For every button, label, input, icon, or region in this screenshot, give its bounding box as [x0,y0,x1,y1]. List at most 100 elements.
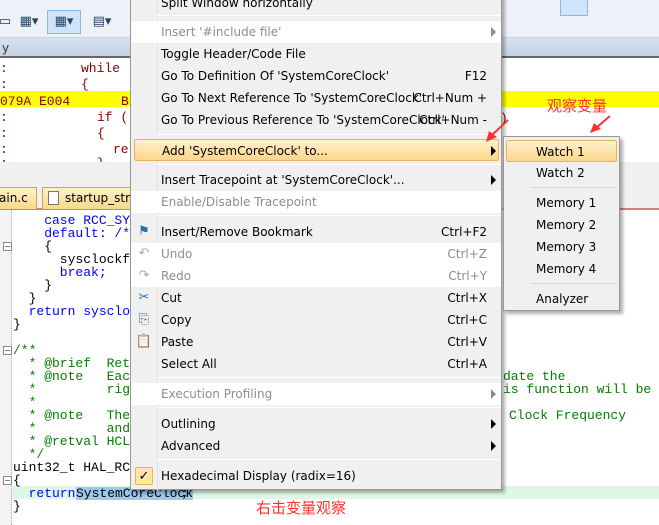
menu-separator [157,459,501,460]
menu-item-copy[interactable]: ⎘ Copy Ctrl+C [131,309,501,331]
submenu-item-memory-1[interactable]: Memory 1 [506,192,617,214]
code-line: * @note Each [28,370,130,383]
menu-item-shortcut: Ctrl+F2 [441,225,487,239]
menu-item-cut[interactable]: ✂ Cut Ctrl+X [131,287,501,309]
menu-item-redo[interactable]: ↷ Redo Ctrl+Y [131,265,501,287]
menu-item-label: Hexadecimal Display (radix=16) [161,469,356,483]
toolbar-button-active[interactable] [560,0,588,16]
menu-item-label: Go To Next Reference To 'SystemCoreClock… [161,91,423,105]
code-line: /** [13,344,37,357]
menu-item-label: Redo [161,269,192,283]
fold-toggle[interactable]: − [3,476,12,485]
arrow-icon [590,115,611,133]
menu-item-enable-disable-tracepoint[interactable]: Enable/Disable Tracepoint [131,191,501,213]
fold-toggle[interactable]: − [3,242,12,251]
redo-icon: ↷ [138,268,150,283]
code-line: } [13,318,21,331]
menu-item-shortcut: Ctrl+C [447,313,487,327]
file-icon [48,191,59,205]
disasm-code: { [97,126,105,141]
window-layout-button[interactable]: ▦▾ [16,10,42,34]
menu-separator [157,377,501,378]
menu-item-hexadecimal-display-radix-16[interactable]: ✓ Hexadecimal Display (radix=16) [131,465,501,487]
menu-item-shortcut: Ctrl+A [447,357,487,371]
menu-separator [157,407,501,408]
submenu-separator [530,283,617,284]
menu-item-label: Copy [161,313,192,327]
menu-item-shortcut: Ctrl+Num - [419,113,487,127]
analysis-window-button[interactable]: ▤▾ [86,10,118,34]
disasm-address: : [0,61,16,76]
menu-item-advanced[interactable]: Advanced [131,435,501,457]
menu-item-go-to-previous-reference-to-systemcoreclock[interactable]: Go To Previous Reference To 'SystemCoreC… [131,109,501,131]
menu-item-label: Outlining [161,417,216,431]
menu-item-label: Undo [161,247,193,261]
menu-item-label: Add 'SystemCoreClock' to... [162,144,328,158]
menu-item-label: Cut [161,291,182,305]
menu-item-go-to-definition-of-systemcoreclock[interactable]: Go To Definition Of 'SystemCoreClock' F12 [131,65,501,87]
code-line: * @brief Retur [28,357,130,370]
menu-item-split-window-horizontally[interactable]: Split Window horizontally [131,0,501,14]
disasm-address: : [0,142,16,157]
disasm-code: if ( [97,110,129,125]
menu-item-go-to-next-reference-to-systemcoreclock[interactable]: Go To Next Reference To 'SystemCoreClock… [131,87,501,109]
menu-item-label: Go To Definition Of 'SystemCoreClock' [161,69,390,83]
menu-item-label: Go To Previous Reference To 'SystemCoreC… [161,113,445,127]
tab-main-c[interactable]: ain.c [0,187,37,209]
submenu-separator [530,187,617,188]
menu-item-insert-remove-bookmark[interactable]: ⚑ Insert/Remove Bookmark Ctrl+F2 [131,221,501,243]
code-line: case RCC_SYSC [44,214,130,227]
menu-item-label: Split Window horizontally [161,0,313,10]
scissors-icon: ✂ [138,290,150,305]
disasm-code: re [113,142,129,157]
submenu-item-memory-4[interactable]: Memory 4 [506,258,617,280]
menu-separator [157,134,501,135]
menu-item-select-all[interactable]: Select All Ctrl+A [131,353,501,375]
menu-item-label: Execution Profiling [161,387,273,401]
code-line: break; [13,266,107,279]
menu-item-shortcut: Ctrl+Z [447,247,487,261]
menu-item-undo[interactable]: ↶ Undo Ctrl+Z [131,243,501,265]
menu-item-label: Insert Tracepoint at 'SystemCoreClock'..… [161,173,405,187]
menu-item-label: Insert '#include file' [161,25,282,39]
menu-item-add-systemcoreclock-to[interactable]: Add 'SystemCoreClock' to... [134,139,499,161]
submenu-item-memory-3[interactable]: Memory 3 [506,236,617,258]
menu-item-label: Insert/Remove Bookmark [161,225,313,239]
menu-item-shortcut: F12 [464,69,487,83]
submenu-item-label: Memory 3 [536,240,597,254]
menu-item-execution-profiling[interactable]: Execution Profiling [131,383,501,405]
memory-window-button[interactable]: ▦▾ [47,10,81,34]
submenu-item-label: Watch 2 [536,166,585,180]
submenu-arrow-icon [491,441,496,451]
annotation-rightclick: 右击变量观察 [256,499,347,517]
submenu-item-label: Memory 2 [536,218,597,232]
editor-gutter: − − − [0,210,12,525]
disasm-code: { [81,77,89,92]
menu-item-insert-tracepoint-at-systemcoreclock[interactable]: Insert Tracepoint at 'SystemCoreClock'..… [131,169,501,191]
bookmark-flag-icon: ⚑ [138,224,150,239]
submenu-item-analyzer[interactable]: Analyzer [506,288,617,310]
fold-toggle[interactable]: − [3,346,12,355]
menu-separator [157,215,501,216]
submenu-item-watch-2[interactable]: Watch 2 [506,162,617,184]
toolbar-button[interactable]: ▭ [0,10,16,34]
code-line: { [13,240,53,253]
menu-item-outlining[interactable]: Outlining [131,413,501,435]
menu-item-insert-include-file[interactable]: Insert '#include file' [131,21,501,43]
disasm-address: : [0,77,16,92]
submenu-item-memory-2[interactable]: Memory 2 [506,214,617,236]
menu-item-label: Paste [161,335,194,349]
menu-item-shortcut: Ctrl+Y [448,269,487,283]
code-line: } [13,500,21,513]
code-fragment: is function will be in [503,382,659,397]
submenu-item-label: Memory 1 [536,196,597,210]
menu-item-paste[interactable]: 📋 Paste Ctrl+V [131,331,501,353]
submenu-arrow-icon [491,175,496,185]
code-fragment: Clock Frequency [509,408,627,423]
code-line: * right [28,383,130,396]
code-line: * @retval HCLK [28,435,130,448]
checkmark-icon: ✓ [135,467,153,485]
paste-icon: 📋 [135,334,153,349]
disasm-code: while [81,61,121,76]
menu-item-toggle-header-code-file[interactable]: Toggle Header/Code File [131,43,501,65]
